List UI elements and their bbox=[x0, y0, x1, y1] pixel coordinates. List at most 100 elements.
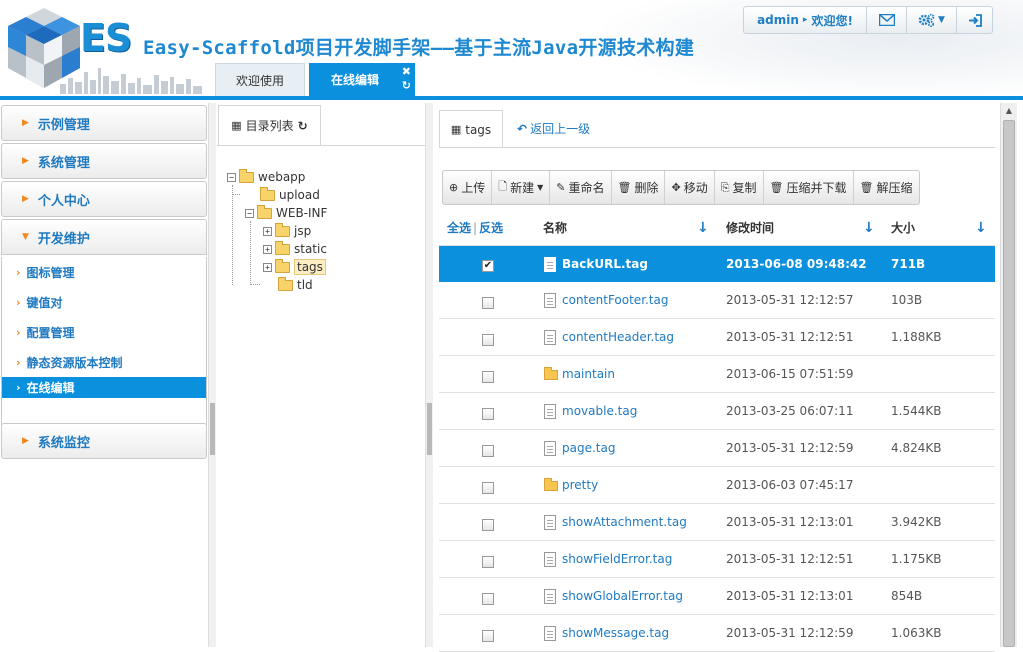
sidebar-section-examples[interactable]: ▶ 示例管理 bbox=[1, 105, 207, 141]
tree-node-tld[interactable]: tld bbox=[278, 276, 313, 294]
decompress-button[interactable]: 🗑 解压缩 bbox=[854, 171, 919, 204]
expand-icon[interactable]: + bbox=[263, 226, 272, 236]
tab-directory-list[interactable]: ▦ 目录列表 ↻ bbox=[218, 105, 321, 145]
rename-button[interactable]: ✎ 重命名 bbox=[550, 171, 612, 204]
sort-arrow-icon[interactable]: ↓ bbox=[975, 220, 987, 236]
row-checkbox[interactable] bbox=[482, 482, 494, 494]
move-button[interactable]: ✥ 移动 bbox=[665, 171, 715, 204]
gears-icon bbox=[918, 13, 935, 27]
sidebar-item-static-version[interactable]: › 静态资源版本控制 bbox=[2, 347, 206, 377]
table-row[interactable]: contentFooter.tag 2013-05-31 12:12:57 103B bbox=[439, 282, 995, 319]
column-header-size[interactable]: 大小 bbox=[891, 219, 915, 236]
logout-button[interactable] bbox=[957, 7, 992, 33]
compress-download-button[interactable]: 🗑 压缩并下载 bbox=[764, 171, 854, 204]
file-name-link[interactable]: showMessage.tag bbox=[562, 626, 669, 640]
column-header-name[interactable]: 名称 bbox=[543, 219, 567, 236]
sidebar-section-monitor[interactable]: ▶ 系统监控 bbox=[1, 423, 207, 459]
sidebar-section-profile[interactable]: ▶ 个人中心 bbox=[1, 181, 207, 217]
collapse-icon[interactable]: − bbox=[227, 172, 236, 182]
file-mtime: 2013-06-08 09:48:42 bbox=[726, 257, 867, 271]
refresh-icon[interactable]: ↻ bbox=[298, 119, 308, 133]
sidebar-item-icons[interactable]: › 图标管理 bbox=[2, 257, 206, 287]
table-row[interactable]: pretty 2013-06-03 07:45:17 bbox=[439, 467, 995, 504]
invert-selection-link[interactable]: 反选 bbox=[479, 221, 503, 235]
file-name-link[interactable]: showFieldError.tag bbox=[562, 552, 672, 566]
table-row[interactable]: maintain 2013-06-15 07:51:59 bbox=[439, 356, 995, 393]
file-icon bbox=[544, 589, 556, 604]
table-row[interactable]: showMessage.tag 2013-05-31 12:12:59 1.063K… bbox=[439, 615, 995, 652]
row-checkbox[interactable] bbox=[482, 519, 494, 531]
row-checkbox[interactable] bbox=[482, 630, 494, 642]
row-checkbox[interactable] bbox=[482, 297, 494, 309]
tab-current-folder[interactable]: ▦ tags bbox=[439, 110, 503, 148]
refresh-icon[interactable]: ↻ bbox=[402, 79, 411, 92]
tree-node-webapp[interactable]: − webapp bbox=[227, 168, 305, 186]
select-all-link[interactable]: 全选 bbox=[447, 221, 471, 235]
expand-icon[interactable]: + bbox=[263, 244, 272, 254]
tab-welcome[interactable]: 欢迎使用 bbox=[215, 63, 305, 96]
tree-node-web-inf[interactable]: − WEB-INF bbox=[245, 204, 327, 222]
settings-button[interactable]: ▼ bbox=[907, 7, 957, 33]
sidebar-splitter[interactable] bbox=[208, 103, 216, 647]
sidebar-section-system[interactable]: ▶ 系统管理 bbox=[1, 143, 207, 179]
row-checkbox[interactable] bbox=[482, 556, 494, 568]
tree-node-static[interactable]: + static bbox=[263, 240, 327, 258]
sidebar-section-devops[interactable]: ▼ 开发维护 bbox=[1, 219, 207, 255]
collapse-icon[interactable]: − bbox=[245, 208, 254, 218]
file-size: 1.175KB bbox=[891, 552, 942, 566]
file-name-link[interactable]: maintain bbox=[562, 367, 615, 381]
row-checkbox[interactable] bbox=[482, 408, 494, 420]
file-mtime: 2013-05-31 12:12:59 bbox=[726, 441, 854, 455]
file-name-link[interactable]: BackURL.tag bbox=[562, 257, 648, 271]
tree-node-upload[interactable]: upload bbox=[260, 186, 320, 204]
sidebar-section-label: 系统管理 bbox=[37, 155, 90, 171]
tree-connector bbox=[232, 194, 240, 195]
row-checkbox[interactable] bbox=[482, 334, 494, 346]
back-up-link[interactable]: ↶ 返回上一级 bbox=[517, 120, 590, 137]
row-checkbox[interactable] bbox=[482, 371, 494, 383]
tree-splitter[interactable] bbox=[425, 103, 433, 647]
delete-button[interactable]: 🗑 删除 bbox=[612, 171, 666, 204]
sort-arrow-icon[interactable]: ↓ bbox=[863, 220, 875, 236]
file-name-link[interactable]: page.tag bbox=[562, 441, 615, 455]
tab-online-edit[interactable]: 在线编辑 ✖ ↻ bbox=[309, 63, 415, 96]
file-name-link[interactable]: movable.tag bbox=[562, 404, 637, 418]
table-row[interactable]: showFieldError.tag 2013-05-31 12:12:51 1.1… bbox=[439, 541, 995, 578]
file-name-link[interactable]: contentHeader.tag bbox=[562, 330, 674, 344]
table-row[interactable]: ✔ BackURL.tag 2013-06-08 09:48:42 711B bbox=[439, 246, 995, 282]
column-header-mtime[interactable]: 修改时间 bbox=[726, 219, 774, 236]
file-mtime: 2013-06-03 07:45:17 bbox=[726, 478, 854, 492]
scroll-up-arrow-icon[interactable]: ▲ bbox=[1001, 103, 1017, 119]
vertical-scrollbar[interactable]: ▲ bbox=[1000, 103, 1017, 647]
file-size: 1.063KB bbox=[891, 626, 942, 640]
table-row[interactable]: showAttachment.tag 2013-05-31 12:13:01 3.9… bbox=[439, 504, 995, 541]
file-name-link[interactable]: showGlobalError.tag bbox=[562, 589, 683, 603]
expand-icon[interactable]: + bbox=[263, 262, 272, 272]
table-row[interactable]: page.tag 2013-05-31 12:12:59 4.824KB bbox=[439, 430, 995, 467]
mail-button[interactable] bbox=[867, 7, 907, 33]
splitter-grip[interactable] bbox=[210, 403, 215, 455]
row-checkbox[interactable]: ✔ bbox=[482, 260, 494, 272]
file-name-link[interactable]: showAttachment.tag bbox=[562, 515, 687, 529]
close-icon[interactable]: ✖ bbox=[402, 65, 411, 78]
row-checkbox[interactable] bbox=[482, 593, 494, 605]
table-row[interactable]: contentHeader.tag 2013-05-31 12:12:51 1.18… bbox=[439, 319, 995, 356]
table-row[interactable]: movable.tag 2013-03-25 06:07:11 1.544KB bbox=[439, 393, 995, 430]
tree-node-jsp[interactable]: + jsp bbox=[263, 222, 311, 240]
splitter-grip[interactable] bbox=[427, 403, 432, 455]
file-name-link[interactable]: contentFooter.tag bbox=[562, 293, 669, 307]
tab-divider bbox=[439, 147, 995, 148]
tree-node-tags[interactable]: + tags bbox=[263, 258, 326, 276]
sidebar-item-keyvalue[interactable]: › 键值对 bbox=[2, 287, 206, 317]
upload-button[interactable]: ⊕ 上传 bbox=[443, 171, 493, 204]
sort-arrow-icon[interactable]: ↓ bbox=[697, 220, 709, 236]
file-name-link[interactable]: pretty bbox=[562, 478, 598, 492]
user-menu[interactable]: admin ▸ 欢迎您! bbox=[744, 7, 867, 33]
table-row[interactable]: showGlobalError.tag 2013-05-31 12:13:01 85… bbox=[439, 578, 995, 615]
row-checkbox[interactable] bbox=[482, 445, 494, 457]
scrollbar-thumb[interactable] bbox=[1003, 120, 1015, 647]
new-button[interactable]: 🗋 新建 ▼ bbox=[492, 171, 551, 204]
sidebar-item-online-edit[interactable]: › 在线编辑 bbox=[2, 377, 206, 398]
copy-button[interactable]: ⎘ 复制 bbox=[715, 171, 764, 204]
sidebar-item-config[interactable]: › 配置管理 bbox=[2, 317, 206, 347]
